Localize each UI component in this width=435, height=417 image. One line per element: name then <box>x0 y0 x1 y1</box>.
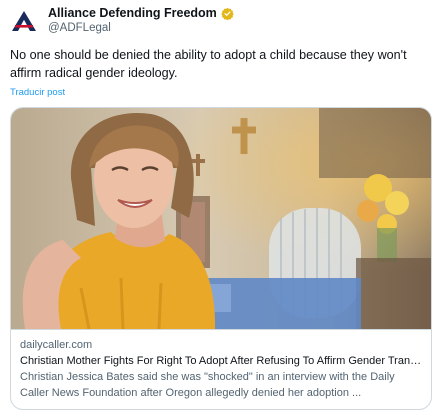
translate-link[interactable]: Traducir post <box>10 87 65 98</box>
tweet-header: Alliance Defending Freedom @ADFLegal <box>9 2 429 42</box>
card-description: Christian Jessica Bates said she was "sh… <box>20 371 395 399</box>
card-title[interactable]: Christian Mother Fights For Right To Ado… <box>20 353 422 369</box>
author-name[interactable]: Alliance Defending Freedom <box>48 6 217 20</box>
card-domain: dailycaller.com <box>20 339 93 351</box>
author-handle[interactable]: @ADFLegal <box>48 22 111 34</box>
verified-badge-icon <box>220 7 234 20</box>
author-name-row[interactable]: Alliance Defending Freedom <box>48 6 234 20</box>
adf-logo-icon[interactable] <box>9 6 39 36</box>
card-image[interactable] <box>11 108 431 329</box>
card-body[interactable]: dailycaller.com Christian Mother Fights … <box>11 329 431 409</box>
tweet-text: No one should be denied the ability to a… <box>10 48 407 80</box>
link-preview-card[interactable]: dailycaller.com Christian Mother Fights … <box>10 107 432 410</box>
